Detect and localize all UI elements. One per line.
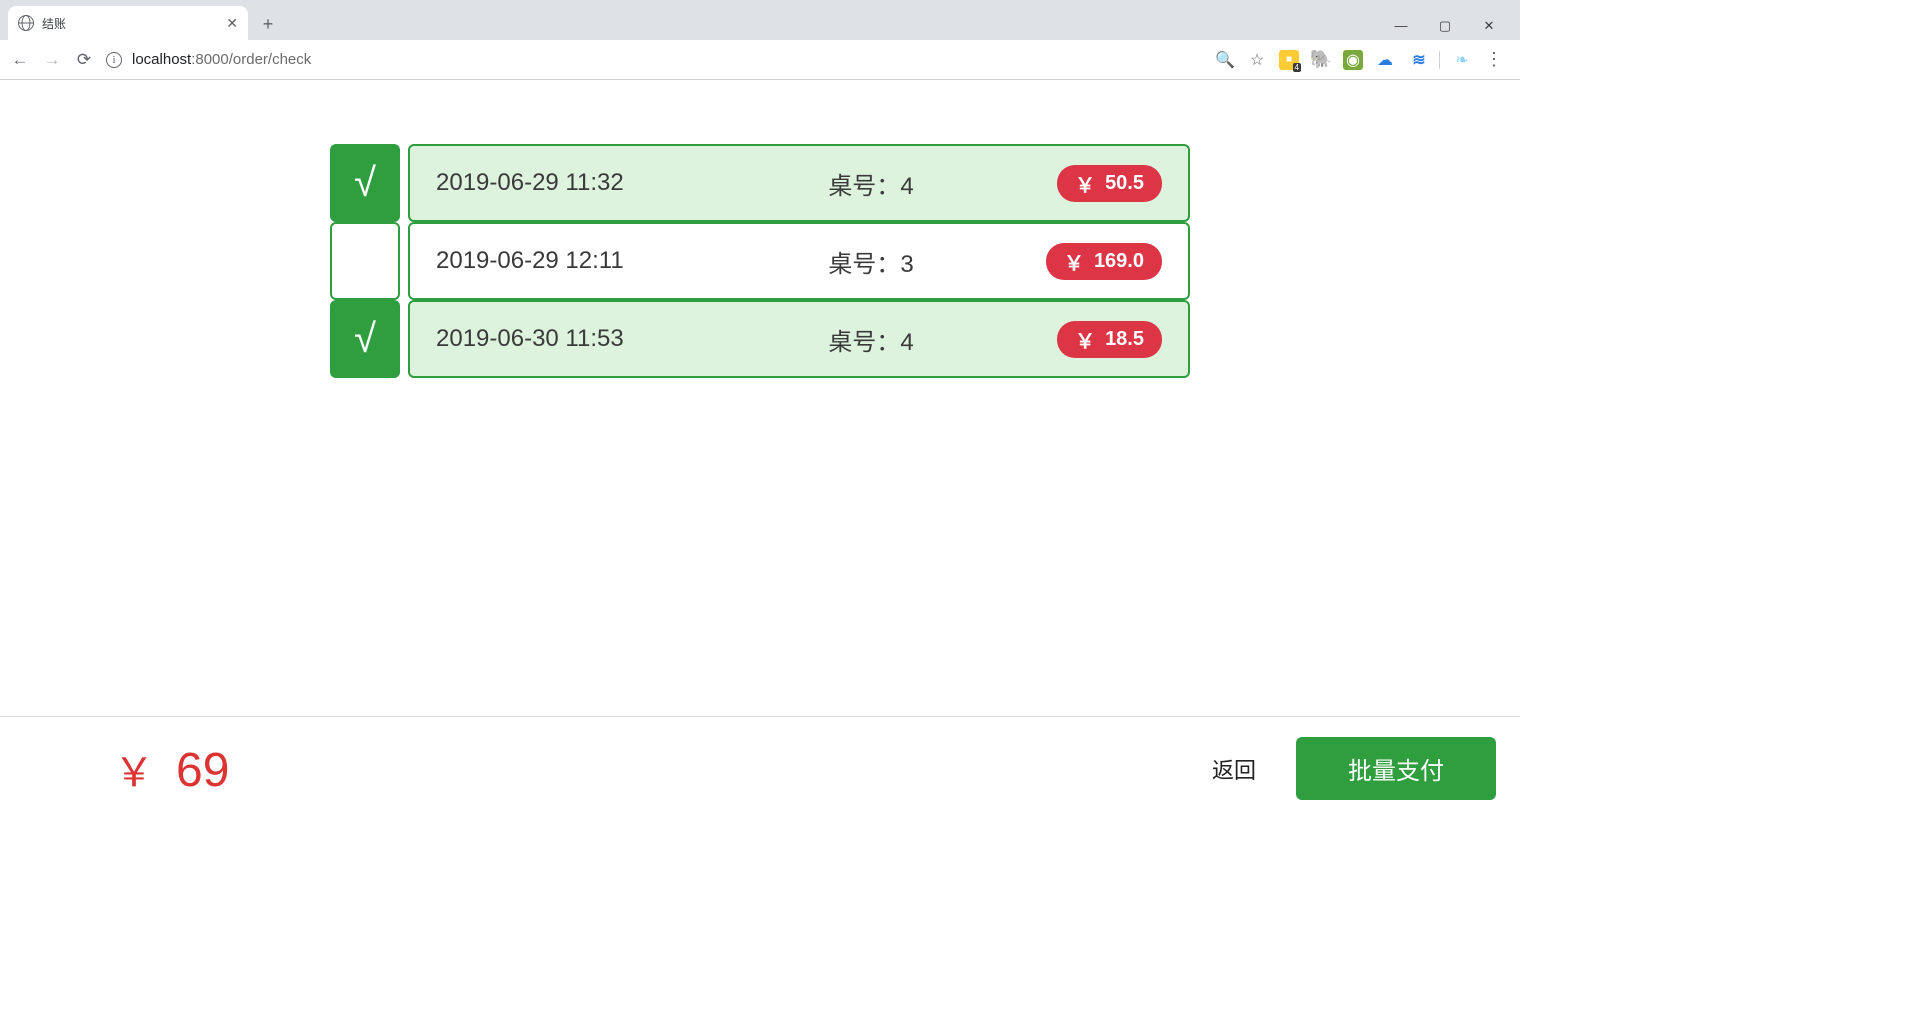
- window-controls: ― ▢ ✕: [1386, 18, 1520, 40]
- order-row: √ 2019-06-30 11:53 桌号：4 ￥ 18.5: [330, 300, 1190, 378]
- window-maximize-icon[interactable]: ▢: [1430, 18, 1460, 34]
- order-table: 桌号：3: [756, 244, 986, 279]
- tab-title: 结账: [42, 15, 218, 32]
- window-minimize-icon[interactable]: ―: [1386, 18, 1416, 34]
- order-table: 桌号：4: [756, 166, 986, 201]
- order-card[interactable]: 2019-06-29 12:11 桌号：3 ￥ 169.0: [408, 222, 1190, 300]
- order-checkbox[interactable]: √: [330, 300, 400, 378]
- url-host: localhost: [132, 51, 191, 68]
- browser-tab-strip: 结账 ✕ + ― ▢ ✕: [0, 0, 1520, 40]
- currency-symbol: ￥: [1075, 169, 1095, 198]
- new-tab-button[interactable]: +: [254, 10, 282, 38]
- browser-menu-icon[interactable]: ⋮: [1484, 50, 1504, 70]
- order-price-badge: ￥ 50.5: [1057, 165, 1162, 202]
- browser-tab[interactable]: 结账 ✕: [8, 6, 248, 40]
- stripes-icon[interactable]: ≋: [1407, 50, 1427, 70]
- extension-badge-icon[interactable]: ■: [1279, 50, 1299, 70]
- order-checkbox[interactable]: [330, 222, 400, 300]
- batch-pay-button[interactable]: 批量支付: [1296, 737, 1496, 800]
- forward-icon: →: [42, 50, 62, 70]
- order-table: 桌号：4: [756, 322, 986, 357]
- footer-bar: ￥ 69 返回 批量支付: [0, 716, 1520, 820]
- address-bar[interactable]: i localhost:8000/order/check: [106, 51, 311, 68]
- close-tab-icon[interactable]: ✕: [226, 15, 238, 32]
- order-card[interactable]: 2019-06-30 11:53 桌号：4 ￥ 18.5: [408, 300, 1190, 378]
- window-close-icon[interactable]: ✕: [1474, 18, 1504, 34]
- order-card[interactable]: 2019-06-29 11:32 桌号：4 ￥ 50.5: [408, 144, 1190, 222]
- order-list: √ 2019-06-29 11:32 桌号：4 ￥ 50.5 2019-06-2…: [330, 144, 1190, 378]
- leaf-icon[interactable]: ❧: [1452, 50, 1472, 70]
- order-datetime: 2019-06-29 12:11: [436, 247, 756, 275]
- back-link[interactable]: 返回: [1212, 753, 1256, 785]
- order-row: √ 2019-06-29 11:32 桌号：4 ￥ 50.5: [330, 144, 1190, 222]
- order-price-badge: ￥ 18.5: [1057, 321, 1162, 358]
- currency-symbol: ￥: [1075, 325, 1095, 354]
- order-row: 2019-06-29 12:11 桌号：3 ￥ 169.0: [330, 222, 1190, 300]
- total-amount: ￥ 69: [114, 740, 229, 798]
- bookmark-star-icon[interactable]: ☆: [1247, 50, 1267, 70]
- check-icon: √: [354, 317, 376, 362]
- price-value: 169.0: [1094, 250, 1144, 273]
- page-content: √ 2019-06-29 11:32 桌号：4 ￥ 50.5 2019-06-2…: [0, 80, 1520, 820]
- back-icon[interactable]: ←: [10, 50, 30, 70]
- browser-toolbar: ← → ⟳ i localhost:8000/order/check 🔍 ☆ ■…: [0, 40, 1520, 80]
- reload-icon[interactable]: ⟳: [74, 50, 94, 70]
- order-price-badge: ￥ 169.0: [1046, 243, 1162, 280]
- zoom-icon[interactable]: 🔍: [1215, 50, 1235, 70]
- cloud-icon[interactable]: ☁: [1375, 50, 1395, 70]
- evernote-icon[interactable]: 🐘: [1311, 50, 1331, 70]
- globe-icon: [18, 15, 34, 31]
- extension-icons: 🔍 ☆ ■ 🐘 ◉ ☁ ≋ ❧ ⋮: [1215, 50, 1510, 70]
- currency-symbol: ￥: [1064, 247, 1084, 276]
- order-checkbox[interactable]: √: [330, 144, 400, 222]
- price-value: 50.5: [1105, 172, 1144, 195]
- check-icon: √: [354, 161, 376, 206]
- site-info-icon[interactable]: i: [106, 52, 122, 68]
- order-datetime: 2019-06-30 11:53: [436, 325, 756, 353]
- order-datetime: 2019-06-29 11:32: [436, 169, 756, 197]
- currency-symbol: ￥: [114, 740, 154, 798]
- price-value: 18.5: [1105, 328, 1144, 351]
- extension-green-icon[interactable]: ◉: [1343, 50, 1363, 70]
- separator: [1439, 51, 1440, 69]
- total-value: 69: [176, 743, 229, 798]
- url-path: :8000/order/check: [191, 51, 311, 68]
